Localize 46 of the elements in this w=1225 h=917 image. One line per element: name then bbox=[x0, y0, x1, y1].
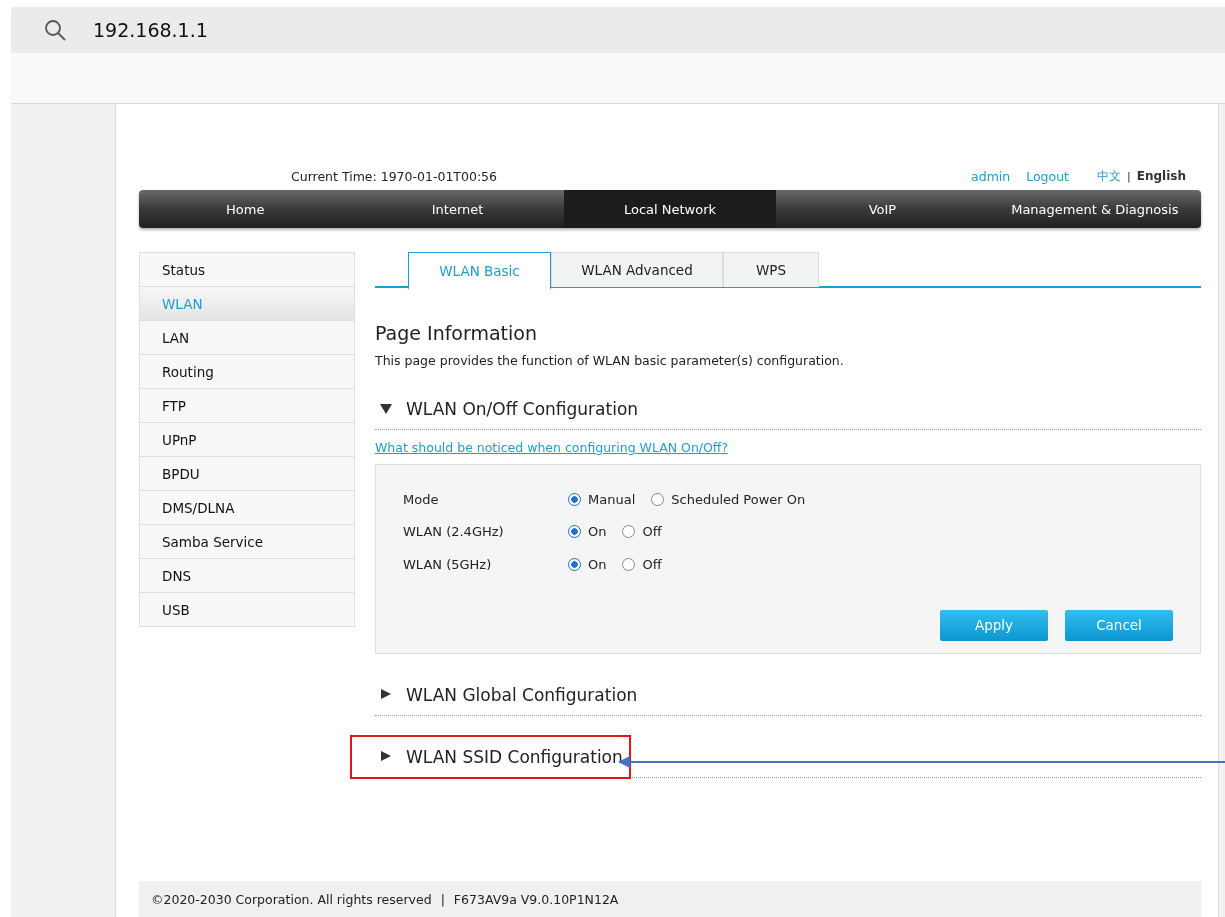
sidebar-item[interactable]: USB bbox=[140, 593, 354, 627]
sidebar-item[interactable]: FTP bbox=[140, 389, 354, 423]
tab[interactable]: WPS bbox=[723, 252, 819, 287]
field-label: WLAN (5GHz) bbox=[403, 556, 493, 572]
version-text: F673AV9a V9.0.10P1N12A bbox=[453, 891, 619, 907]
field-label: WLAN (2.4GHz) bbox=[403, 524, 505, 540]
radio-button[interactable] bbox=[622, 525, 636, 539]
radio-label: Off bbox=[642, 556, 662, 572]
sidebar-item[interactable]: DMS/DLNA bbox=[140, 491, 354, 525]
current-time: Current Time: 1970-01-01T00:56 bbox=[291, 168, 497, 184]
sidebar-item[interactable]: LAN bbox=[140, 321, 354, 355]
search-icon bbox=[44, 19, 66, 41]
page-description: This page provides the function of WLAN basic parameter(s) configuration. bbox=[375, 353, 845, 368]
radio-button[interactable] bbox=[568, 492, 581, 506]
section-title[interactable]: WLAN SSID Configuration bbox=[406, 747, 623, 767]
sidebar-item[interactable]: Status bbox=[140, 253, 354, 287]
sidebar-item[interactable]: BPDU bbox=[140, 457, 354, 491]
radio-label: Manual bbox=[588, 491, 636, 507]
url-text: 192.168.1.1 bbox=[93, 19, 208, 41]
nav-item[interactable]: Local Network bbox=[563, 190, 777, 228]
radio-button[interactable] bbox=[568, 557, 581, 571]
radio-button[interactable] bbox=[568, 525, 581, 539]
radio-label: On bbox=[588, 556, 607, 572]
radio-label: On bbox=[588, 524, 607, 540]
sidebar-item[interactable]: DNS bbox=[140, 559, 354, 593]
sidebar-item[interactable]: Routing bbox=[140, 355, 354, 389]
sidebar-item[interactable]: Samba Service bbox=[140, 525, 354, 559]
language-link[interactable]: English bbox=[1136, 169, 1186, 183]
radio-button[interactable] bbox=[622, 557, 636, 571]
page-title: Page Information bbox=[375, 322, 539, 344]
tab[interactable]: WLAN Advanced bbox=[551, 252, 723, 287]
nav-item[interactable]: VoIP bbox=[776, 190, 989, 228]
copyright-text: ©2020-2030 Corporation. All rights reserved bbox=[151, 891, 432, 907]
section-title[interactable]: WLAN On/Off Configuration bbox=[406, 399, 639, 419]
sidebar-item[interactable]: UPnP bbox=[140, 423, 354, 457]
section-title[interactable]: WLAN Global Configuration bbox=[406, 685, 638, 705]
address-bar[interactable]: 192.168.1.1 bbox=[11, 7, 1225, 53]
nav-item[interactable]: Management & Diagnosis bbox=[988, 190, 1201, 228]
radio-label: Off bbox=[642, 524, 662, 540]
nav-item[interactable]: Internet bbox=[351, 190, 564, 228]
field-label: Mode bbox=[403, 491, 440, 507]
radio-label: Scheduled Power On bbox=[671, 491, 806, 507]
separator: | bbox=[440, 891, 445, 907]
separator: | bbox=[1127, 169, 1131, 183]
radio-button[interactable] bbox=[651, 492, 665, 506]
nav-item[interactable]: Home bbox=[139, 190, 352, 228]
